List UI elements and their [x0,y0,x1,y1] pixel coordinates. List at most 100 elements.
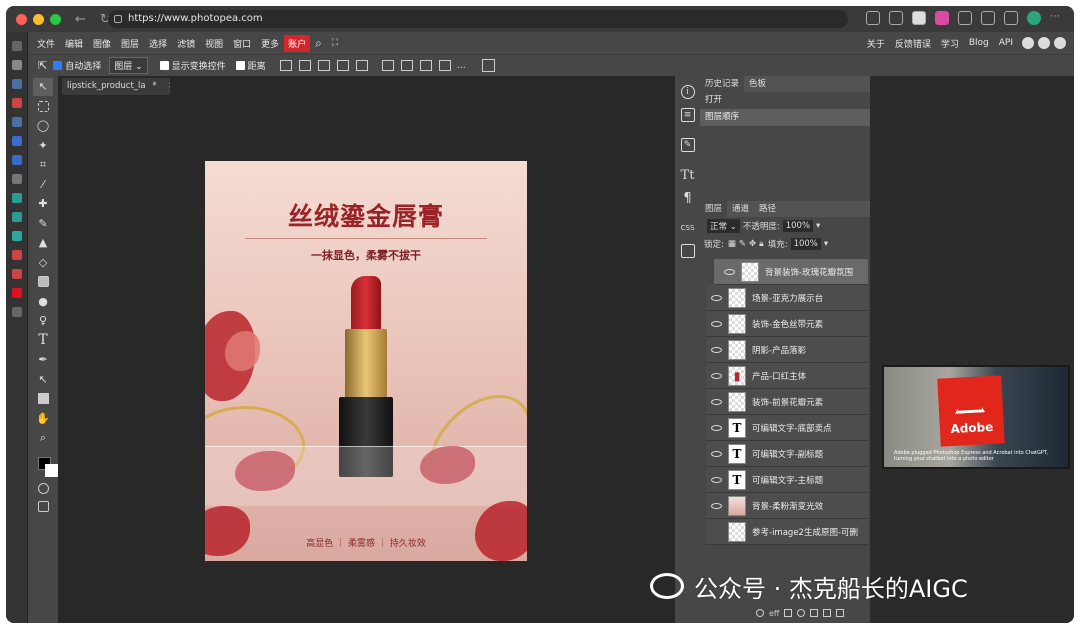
document-tab[interactable]: lipstick_product_la * ✕ [62,78,170,95]
menu-more[interactable]: 更多 [256,37,284,50]
maximize-window-button[interactable] [50,13,61,25]
link-layers-icon[interactable] [756,609,764,617]
vertical-tab-icon[interactable] [11,288,22,298]
menu-select[interactable]: 选择 [144,37,172,50]
menu-learn[interactable]: 学习 [936,37,964,50]
vertical-tab-icon[interactable] [11,41,22,51]
properties-icon[interactable]: ≡ [680,108,695,122]
profile-avatar-icon[interactable] [1027,11,1041,25]
vertical-tab-icon[interactable] [11,155,22,165]
lasso-tool-icon[interactable]: ◯ [33,117,53,135]
marquee-tool-icon[interactable] [33,97,53,115]
css-icon[interactable]: CSS [681,221,695,235]
healing-tool-icon[interactable]: ✚ [33,195,53,213]
vertical-tab-icon[interactable] [11,79,22,89]
layer-effects-icon[interactable]: eff [769,609,779,618]
info-icon[interactable]: i [680,85,695,99]
visibility-eye-icon[interactable] [711,476,722,483]
stamp-tool-icon[interactable]: ▲ [33,234,53,252]
brush-settings-icon[interactable]: ✎ [680,138,695,152]
lock-position-icon[interactable]: ✥ [749,239,756,249]
auto-select-target-dropdown[interactable]: 图层 ⌄ [109,57,148,74]
align-top-icon[interactable] [298,60,311,71]
opacity-dropdown-icon[interactable]: ▾ [816,221,820,231]
twitter-icon[interactable] [1038,37,1050,49]
lock-all-icon[interactable]: 🔒︎ [759,239,764,249]
video-overlay[interactable]: Adobe Adobe plugged Photoshop Express an… [882,365,1070,469]
visibility-eye-icon[interactable] [711,398,722,405]
lock-transparency-icon[interactable]: ▦ [728,239,736,249]
visibility-eye-icon[interactable] [711,294,722,301]
layer-row[interactable]: 阴影-产品落影 [706,337,868,363]
path-select-tool-icon[interactable]: ↖ [33,370,53,388]
menu-window[interactable]: 窗口 [228,37,256,50]
menu-account[interactable]: 账户 [284,34,311,52]
menu-api[interactable]: API [994,38,1018,48]
vertical-tab-icon[interactable] [11,60,22,70]
layer-row[interactable]: T 可编辑文字-底部卖点 [706,415,868,441]
align-middle-icon[interactable] [317,60,330,71]
layer-row[interactable]: T 可编辑文字-副标题 [706,441,868,467]
delete-layer-icon[interactable] [836,609,845,617]
layer-row[interactable]: 装饰-金色丝带元素 [706,311,868,337]
image-icon[interactable] [680,244,695,258]
align-center-icon[interactable] [355,60,368,71]
fill-input[interactable]: 100% [790,238,821,250]
pen-tool-icon[interactable]: ✒ [33,351,53,369]
menu-blog[interactable]: Blog [964,38,994,48]
tab-grid-icon[interactable] [866,11,880,25]
vertical-tab-icon[interactable] [11,231,22,241]
menu-edit[interactable]: 编辑 [60,37,88,50]
site-info-icon[interactable] [114,15,122,23]
layer-row[interactable]: 装饰-前景花瓣元素 [706,389,868,415]
gradient-tool-icon[interactable] [33,273,53,291]
health-icon[interactable] [1004,11,1018,25]
visibility-eye-icon[interactable] [711,372,722,379]
auto-select-checkbox[interactable] [53,61,63,70]
menu-about[interactable]: 关于 [862,37,890,50]
minimize-window-button[interactable] [33,13,44,25]
layer-row[interactable]: 场景-亚克力展示台 [706,285,868,311]
tab-history[interactable]: 历史记录 [700,76,745,92]
visibility-eye-icon[interactable] [711,424,722,431]
layer-row[interactable]: ▮ 产品-口红主体 [706,363,868,389]
favorites-icon[interactable] [981,11,995,25]
tab-channels[interactable]: 通道 [727,201,754,217]
document-canvas[interactable]: 丝绒鎏金唇膏 一抹显色，柔雾不拔干 高显色 ｜ 柔雾感 ｜ 持久妆效 [205,161,527,561]
canvas-workspace[interactable]: lipstick_product_la * ✕ 丝绒鎏金唇膏 一抹显色，柔雾不拔… [58,76,675,623]
vertical-tab-icon[interactable] [11,98,22,108]
align-left-icon[interactable] [381,60,394,71]
vertical-tab-icon[interactable] [11,174,22,184]
dodge-tool-icon[interactable]: ♀ [33,312,53,330]
eraser-tool-icon[interactable]: ◇ [33,253,53,271]
blend-mode-dropdown[interactable]: 正常 ⌄ [707,219,740,233]
move-tool-icon[interactable]: ↖ [33,77,53,96]
download-icon[interactable] [279,60,292,71]
lock-pixels-icon[interactable]: ✎ [739,239,746,249]
align-right-icon[interactable] [419,60,432,71]
add-mask-icon[interactable] [784,609,793,617]
adjustment-layer-icon[interactable] [797,609,806,617]
menu-image[interactable]: 图像 [88,37,116,50]
distribute-icon[interactable] [438,60,451,71]
history-entry[interactable]: 打开 [700,92,870,109]
vertical-tab-icon[interactable] [11,136,22,146]
opacity-input[interactable]: 100% [782,220,814,232]
close-tab-icon[interactable]: ✕ [168,81,170,91]
vertical-tab-icon[interactable] [11,307,22,317]
vertical-tab-icon[interactable] [11,193,22,203]
layer-row[interactable]: 背景-柔粉渐变光效 [706,493,868,519]
quick-mask-icon[interactable] [33,480,53,498]
close-window-button[interactable] [16,13,27,25]
character-icon[interactable]: Tt [681,168,695,183]
visibility-eye-icon[interactable] [711,502,722,509]
facebook-icon[interactable] [1054,37,1066,49]
menu-file[interactable]: 文件 [32,37,60,50]
fullscreen-icon[interactable]: ⛶ [327,38,343,48]
new-layer-icon[interactable] [823,609,832,617]
history-entry[interactable]: 图层顺序 [700,109,870,126]
align-hcenter-icon[interactable] [400,60,413,71]
show-transform-checkbox[interactable] [159,61,169,70]
more-options-icon[interactable]: ⋯ [1050,11,1064,25]
vertical-tab-icon[interactable] [11,269,22,279]
